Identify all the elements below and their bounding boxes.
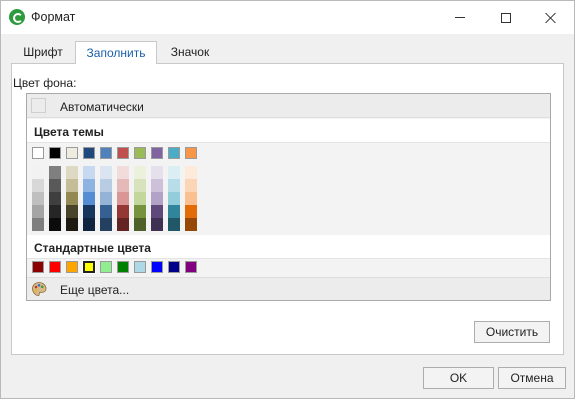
tab-fill[interactable]: Заполнить [75,41,157,64]
theme-shade-swatch[interactable] [168,166,180,179]
minimize-icon [455,17,465,18]
theme-color-swatch[interactable] [117,147,129,159]
theme-color-swatch[interactable] [185,147,197,159]
window-title: Формат [31,10,76,24]
clear-button[interactable]: Очистить [474,321,550,343]
theme-shade-swatch[interactable] [100,166,112,179]
theme-shade-swatch[interactable] [32,166,44,179]
standard-color-swatch[interactable] [32,261,44,273]
theme-shade-swatch[interactable] [49,166,61,179]
theme-shade-swatch[interactable] [151,179,163,192]
theme-shade-swatch[interactable] [117,205,129,218]
theme-color-swatch[interactable] [100,147,112,159]
theme-shade-swatch[interactable] [134,166,146,179]
theme-shade-swatch[interactable] [66,192,78,205]
theme-shade-swatch[interactable] [83,218,95,231]
theme-shade-swatch[interactable] [151,192,163,205]
standard-color-swatch[interactable] [82,260,96,274]
theme-shade-swatch[interactable] [32,179,44,192]
theme-shade-swatch[interactable] [151,205,163,218]
tab-font[interactable]: Шрифт [11,41,75,63]
theme-shade-swatch[interactable] [134,205,146,218]
standard-color-swatch[interactable] [66,261,78,273]
theme-shade-swatch[interactable] [83,192,95,205]
theme-shade-swatch[interactable] [100,205,112,218]
background-color-label: Цвет фона: [13,76,77,90]
automatic-swatch [31,98,46,113]
theme-shade-swatch[interactable] [134,218,146,231]
more-colors-option[interactable]: Еще цвета... [27,277,550,300]
theme-shade-swatch[interactable] [134,179,146,192]
color-picker: Автоматически Цвета темы Стандартные цве… [26,93,551,301]
theme-color-swatch[interactable] [32,147,44,159]
theme-shade-swatch[interactable] [168,179,180,192]
theme-color-swatch[interactable] [66,147,78,159]
palette-icon [32,282,47,296]
standard-colors-heading: Стандартные цвета [34,241,151,255]
standard-color-swatch[interactable] [100,261,112,273]
theme-shade-swatch[interactable] [134,192,146,205]
theme-shade-swatch[interactable] [168,205,180,218]
theme-shade-swatch[interactable] [185,192,197,205]
theme-shade-swatch[interactable] [32,192,44,205]
theme-shade-swatch[interactable] [185,205,197,218]
theme-shade-swatch[interactable] [168,192,180,205]
theme-shade-swatch[interactable] [49,192,61,205]
theme-shade-swatch[interactable] [117,179,129,192]
ok-button[interactable]: OK [423,367,494,389]
automatic-label: Автоматически [60,100,144,114]
theme-colors-heading: Цвета темы [34,125,104,139]
theme-shade-swatch[interactable] [66,179,78,192]
title-bar: Формат [1,1,574,34]
theme-shade-swatch[interactable] [185,179,197,192]
more-colors-label: Еще цвета... [60,283,130,297]
theme-shade-swatch[interactable] [49,179,61,192]
minimize-button[interactable] [437,1,483,34]
automatic-color-option[interactable]: Автоматически [27,94,550,118]
maximize-icon [501,12,511,23]
cancel-button[interactable]: Отмена [498,367,566,389]
theme-color-swatch[interactable] [134,147,146,159]
standard-color-swatch[interactable] [185,261,197,273]
theme-shade-swatch[interactable] [185,218,197,231]
theme-shade-swatch[interactable] [66,205,78,218]
theme-shade-swatch[interactable] [49,205,61,218]
theme-shade-swatch[interactable] [32,218,44,231]
theme-shade-swatch[interactable] [83,179,95,192]
standard-color-swatch[interactable] [117,261,129,273]
theme-color-swatch[interactable] [49,147,61,159]
standard-color-swatch[interactable] [134,261,146,273]
maximize-button[interactable] [483,1,529,34]
standard-color-swatch[interactable] [168,261,180,273]
theme-colors-header: Цвета темы [27,119,550,143]
theme-color-swatch[interactable] [83,147,95,159]
theme-shade-swatch[interactable] [66,166,78,179]
theme-shade-swatch[interactable] [117,166,129,179]
theme-shade-swatch[interactable] [100,192,112,205]
theme-shade-swatch[interactable] [66,218,78,231]
standard-colors-header: Стандартные цвета [27,235,550,259]
close-button[interactable] [528,1,574,34]
theme-shade-swatch[interactable] [32,205,44,218]
format-dialog: Формат Шрифт Заполнить Значок Цвет фона:… [0,0,575,399]
theme-shade-swatch[interactable] [151,166,163,179]
close-icon [545,12,557,24]
theme-shade-swatch[interactable] [49,218,61,231]
theme-shade-swatch[interactable] [185,166,197,179]
theme-shade-swatch[interactable] [100,218,112,231]
app-icon [9,9,25,25]
theme-shade-swatch[interactable] [83,166,95,179]
theme-shade-swatch[interactable] [151,218,163,231]
theme-shade-swatch[interactable] [100,179,112,192]
theme-shade-swatch[interactable] [117,192,129,205]
theme-color-swatch[interactable] [168,147,180,159]
theme-color-swatch[interactable] [151,147,163,159]
standard-color-swatch[interactable] [151,261,163,273]
theme-shade-swatch[interactable] [83,205,95,218]
theme-shade-swatch[interactable] [117,218,129,231]
standard-color-swatch[interactable] [49,261,61,273]
tab-icon[interactable]: Значок [161,41,219,63]
theme-shade-swatch[interactable] [168,218,180,231]
